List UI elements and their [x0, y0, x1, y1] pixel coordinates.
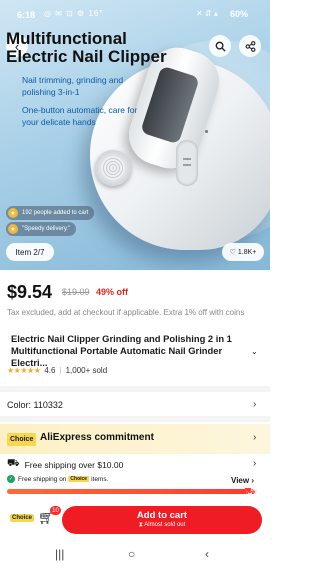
add-to-cart-label: Add to cart	[136, 510, 188, 521]
heart-icon: ♡	[229, 249, 236, 256]
search-icon	[215, 41, 226, 52]
choice-note-prefix: Free shipping on	[18, 475, 67, 483]
hero-tagline-2: One-button automatic, care for your deli…	[22, 105, 138, 127]
choice-shipping-note: ✓ Free shipping on Choice items.	[7, 475, 108, 483]
commitment-title: AliExpress commitment	[40, 432, 154, 443]
tax-note: Tax excluded, add at checkout if applica…	[7, 308, 245, 317]
choice-note-suffix: items.	[91, 475, 109, 483]
truck-icon: ⛟	[244, 486, 256, 496]
section-divider	[0, 386, 270, 392]
product-image-grinder	[95, 150, 131, 186]
view-link[interactable]: View ›	[231, 476, 254, 485]
rating-row[interactable]: ★★★★★ 4.6 | 1,000+ sold	[7, 366, 107, 375]
share-button[interactable]	[239, 35, 261, 57]
status-bar: 6:18 ◎ ✉ ⊡ ⚙ 16° ✕ ⇵ ▴ 60%	[0, 0, 270, 24]
product-title[interactable]: Electric Nail Clipper Grinding and Polis…	[11, 333, 255, 369]
hero-title: Multifunctional Electric Nail Clipper	[6, 29, 167, 66]
truck-icon: ⛟	[7, 458, 20, 469]
color-selector[interactable]: Color: 110332	[7, 400, 63, 410]
search-button[interactable]	[209, 35, 231, 57]
free-shipping-progress	[7, 489, 257, 494]
mini-choice-tag: Choice	[68, 476, 90, 482]
bottom-action-bar: Choice 🛒︎ 10 Add to cart ⧗ Almost sold o…	[0, 503, 270, 537]
back-nav-icon[interactable]: ‹	[205, 547, 209, 561]
status-notification-icons: ◎ ✉ ⊡ ⚙ 16°	[44, 9, 104, 18]
almost-sold-out-label: ⧗ Almost sold out	[138, 522, 186, 528]
speedy-delivery-badge: ★ "Speedy delivery."	[6, 222, 77, 236]
view-label: View	[231, 476, 250, 485]
wishlist-button[interactable]: ♡ 1.8K+	[222, 243, 264, 261]
add-to-cart-button[interactable]: Add to cart ⧗ Almost sold out	[62, 506, 262, 534]
like-count: 1.8K+	[237, 248, 257, 256]
chevron-right-icon: ›	[253, 432, 257, 443]
status-time: 6:18	[17, 10, 36, 20]
discount-badge: 49% off	[96, 287, 129, 297]
status-battery: 60%	[230, 9, 249, 19]
product-image-led	[205, 130, 208, 133]
chevron-down-icon[interactable]: ⌄	[251, 347, 258, 356]
hero-tagline-1: Nail trimming, grinding and polishing 3-…	[22, 75, 124, 97]
progress-fill	[7, 489, 246, 494]
choice-tag: Choice	[7, 433, 37, 446]
free-shipping-text: Free shipping over $10.00	[24, 459, 124, 470]
delivery-dot-icon: ★	[8, 224, 18, 234]
hourglass-icon: ⧗	[138, 522, 143, 528]
added-to-cart-text: 192 people added to cart	[22, 210, 89, 216]
original-price: $19.09	[62, 287, 90, 297]
speedy-delivery-text: "Speedy delivery."	[22, 226, 71, 232]
share-icon	[245, 40, 255, 52]
chevron-right-icon[interactable]: ›	[253, 458, 256, 469]
recent-apps-icon[interactable]: |||	[55, 547, 64, 561]
home-icon[interactable]: ○	[128, 547, 135, 561]
added-to-cart-badge: ★ 192 people added to cart	[6, 206, 95, 220]
chevron-right-icon: ›	[251, 476, 254, 485]
current-price: $9.54	[7, 282, 53, 302]
star-rating-icon: ★★★★★	[7, 366, 41, 375]
commitment-banner[interactable]: Choice AliExpress commitment ›	[0, 424, 270, 454]
free-shipping-row[interactable]: ⛟ Free shipping over $10.00	[7, 458, 123, 471]
cart-dot-icon: ★	[8, 208, 18, 218]
product-image-switch	[176, 140, 198, 186]
check-icon: ✓	[7, 475, 15, 483]
section-divider	[0, 416, 270, 422]
chevron-right-icon[interactable]: ›	[253, 399, 256, 410]
system-navigation-bar: ||| ○ ‹	[0, 540, 270, 570]
cart-count-badge: 10	[50, 506, 61, 515]
product-image-carousel[interactable]: 6:18 ◎ ✉ ⊡ ⚙ 16° ✕ ⇵ ▴ 60% ‹ Multifuncti…	[0, 0, 270, 270]
sold-count: 1,000+ sold	[65, 366, 108, 375]
status-signal-icons: ✕ ⇵ ▴	[196, 9, 218, 18]
rating-value: 4.6	[44, 366, 56, 375]
item-counter: Item 2/7	[6, 243, 54, 261]
choice-button[interactable]: Choice	[10, 514, 35, 522]
